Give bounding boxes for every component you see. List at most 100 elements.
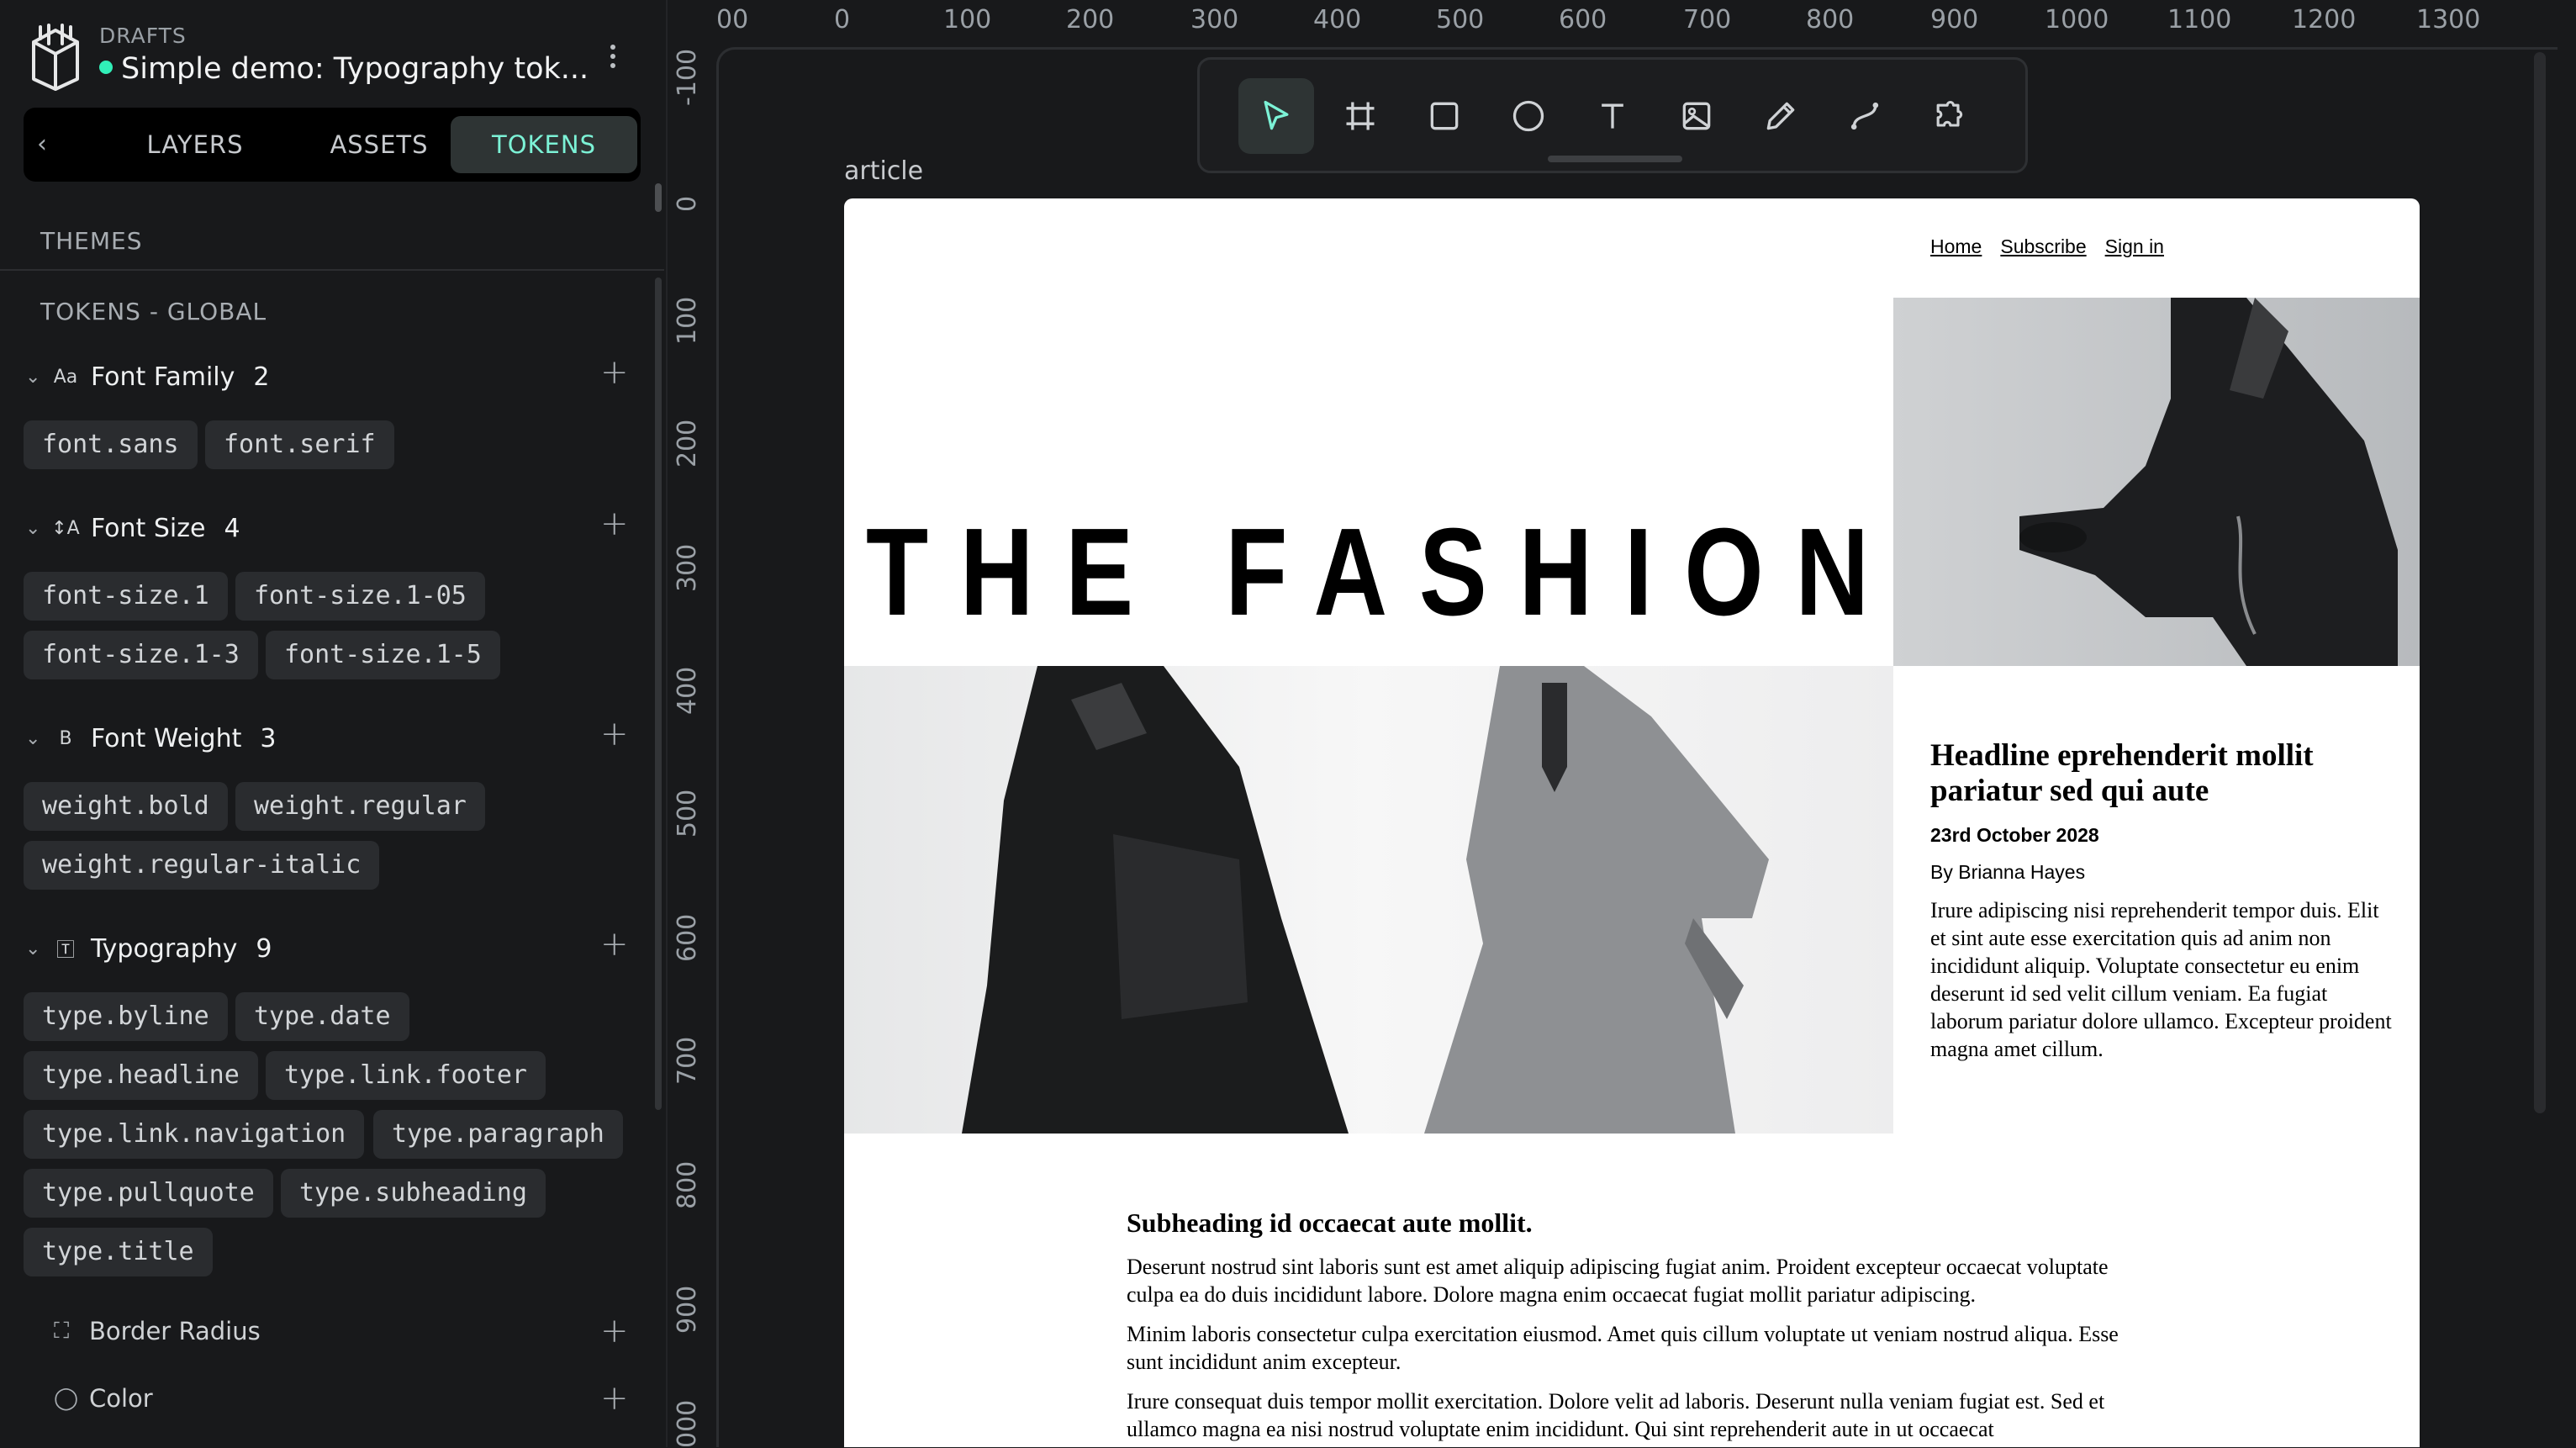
- token-pill[interactable]: type.subheading: [281, 1169, 546, 1218]
- vertical-ruler: -100 0 100 200 300 400 500 600 700 800 9…: [669, 47, 716, 1448]
- token-group-color[interactable]: ◯ Color: [54, 1384, 153, 1413]
- plugins-tool[interactable]: [1911, 78, 1987, 154]
- add-typography-icon[interactable]: +: [600, 925, 629, 964]
- puzzle-icon: [1936, 100, 1963, 127]
- ruler-tick: 1200: [2292, 5, 2357, 34]
- token-pill[interactable]: font-size.1-05: [235, 572, 485, 621]
- ruler-tick: 100: [943, 5, 992, 34]
- token-pill[interactable]: weight.regular: [235, 782, 485, 831]
- ruler-tick: 200: [1066, 5, 1115, 34]
- horizontal-ruler: 00 0 100 200 300 400 500 600 700 800 900…: [716, 0, 2576, 47]
- feature-photo-two-models[interactable]: [844, 666, 1893, 1134]
- token-group-label: Font Size: [91, 513, 206, 543]
- hero-photo-kneeling-model[interactable]: [1893, 298, 2420, 666]
- ruler-tick: 200: [673, 419, 702, 468]
- add-font-size-icon[interactable]: +: [600, 505, 629, 543]
- ruler-tick: 600: [1559, 5, 1607, 34]
- token-pill[interactable]: type.pullquote: [24, 1169, 273, 1218]
- token-pill[interactable]: weight.regular-italic: [24, 841, 380, 890]
- tab-layers[interactable]: LAYERS: [111, 116, 279, 173]
- more-options-icon[interactable]: [607, 40, 619, 72]
- token-group-font-family[interactable]: ⌄ Aa Font Family 2: [25, 358, 269, 395]
- article-headline[interactable]: Headline eprehenderit mollit pariatur se…: [1930, 738, 2384, 809]
- chevron-down-icon: ⌄: [25, 727, 41, 749]
- ruler-tick: 100: [673, 296, 702, 345]
- ruler-tick: 00: [716, 5, 749, 34]
- token-pill[interactable]: type.byline: [24, 992, 228, 1041]
- token-group-label: Color: [89, 1384, 153, 1413]
- image-tool[interactable]: [1659, 78, 1734, 154]
- token-group-border-radius[interactable]: ⛶ Border Radius: [54, 1317, 261, 1345]
- workspace-label: DRAFTS: [99, 24, 187, 48]
- ruler-tick: 1100: [2167, 5, 2232, 34]
- tokens-scrollbar[interactable]: [655, 277, 662, 1110]
- add-color-icon[interactable]: +: [600, 1379, 629, 1418]
- path-tool[interactable]: [1827, 78, 1903, 154]
- sidebar-scrollbar-top[interactable]: [655, 183, 662, 212]
- token-pill[interactable]: weight.bold: [24, 782, 228, 831]
- article-subheading[interactable]: Subheading id occaecat aute mollit.: [1127, 1208, 1533, 1239]
- token-pill[interactable]: type.link.footer: [266, 1051, 546, 1100]
- ruler-tick: 600: [673, 913, 702, 962]
- article-date[interactable]: 23rd October 2028: [1930, 824, 2099, 847]
- article-byline[interactable]: By Brianna Hayes: [1930, 861, 2085, 884]
- token-group-font-size[interactable]: ⌄ ↕A Font Size 4: [25, 510, 240, 547]
- article-nav: Home Subscribe Sign in: [1930, 235, 2164, 258]
- tab-assets[interactable]: ASSETS: [291, 116, 467, 173]
- rectangle-icon: [1430, 102, 1459, 130]
- token-pill[interactable]: font-size.1: [24, 572, 228, 621]
- project-title[interactable]: Simple demo: Typography tok...: [99, 52, 589, 86]
- body-paragraph[interactable]: Deserunt nostrud sint laboris sunt est a…: [1127, 1253, 2144, 1308]
- body-paragraph[interactable]: Minim laboris consectetur culpa exercita…: [1127, 1320, 2144, 1376]
- themes-section-title[interactable]: THEMES: [40, 227, 142, 255]
- pencil-tool[interactable]: [1743, 78, 1819, 154]
- app-logo-icon[interactable]: [29, 24, 82, 91]
- article-title[interactable]: THE FASHION: [866, 501, 1901, 644]
- collapse-sidebar-icon[interactable]: ‹: [37, 129, 47, 159]
- text-tool[interactable]: [1575, 78, 1650, 154]
- token-pill[interactable]: type.title: [24, 1228, 213, 1276]
- token-count: 4: [224, 513, 240, 543]
- ruler-tick: 700: [673, 1036, 702, 1085]
- text-icon: [1602, 103, 1623, 129]
- ellipse-icon: [1512, 100, 1544, 132]
- token-pill[interactable]: type.headline: [24, 1051, 258, 1100]
- token-pill[interactable]: type.date: [235, 992, 409, 1041]
- token-pill[interactable]: font.sans: [24, 420, 198, 469]
- add-border-radius-icon[interactable]: +: [600, 1312, 629, 1350]
- tab-tokens[interactable]: TOKENS: [451, 116, 637, 173]
- nav-link-home[interactable]: Home: [1930, 235, 1982, 258]
- sidebar: DRAFTS Simple demo: Typography tok... ‹ …: [0, 0, 668, 1447]
- rectangle-tool[interactable]: [1407, 78, 1482, 154]
- token-pill[interactable]: font-size.1-3: [24, 631, 258, 679]
- add-font-family-icon[interactable]: +: [600, 353, 629, 392]
- board-tool[interactable]: [1322, 78, 1398, 154]
- token-group-label: Font Family: [91, 362, 235, 392]
- path-icon: [1850, 102, 1879, 130]
- side-paragraph[interactable]: Irure adipiscing nisi reprehenderit temp…: [1930, 896, 2393, 1063]
- token-pill[interactable]: type.link.navigation: [24, 1110, 365, 1159]
- token-group-typography[interactable]: ⌄ 🅃 Typography 9: [25, 930, 272, 967]
- token-group-label: Border Radius: [89, 1317, 261, 1345]
- token-group-label: Typography: [91, 933, 238, 964]
- add-font-weight-icon[interactable]: +: [600, 715, 629, 753]
- canvas-scrollbar[interactable]: [2534, 52, 2546, 1113]
- font-family-icon: Aa: [53, 366, 78, 388]
- token-group-font-weight[interactable]: ⌄ B Font Weight 3: [25, 720, 276, 757]
- toolbar-grip[interactable]: [1548, 156, 1682, 162]
- ellipse-tool[interactable]: [1491, 78, 1566, 154]
- toolbar: [1197, 57, 2028, 173]
- article-board[interactable]: Home Subscribe Sign in THE FASHION Headl…: [844, 198, 2420, 1447]
- font-size-icon: ↕A: [51, 517, 80, 539]
- board-label[interactable]: article: [844, 156, 923, 186]
- sidebar-tabs: ‹ LAYERS ASSETS TOKENS: [24, 108, 641, 182]
- token-pill[interactable]: font.serif: [205, 420, 394, 469]
- pointer-tool[interactable]: [1238, 78, 1314, 154]
- body-paragraph[interactable]: Irure consequat duis tempor mollit exerc…: [1127, 1387, 2144, 1443]
- nav-link-sign-in[interactable]: Sign in: [2105, 235, 2164, 258]
- token-pill[interactable]: font-size.1-5: [266, 631, 500, 679]
- image-icon: [1682, 102, 1711, 130]
- ruler-tick: 300: [1190, 5, 1239, 34]
- nav-link-subscribe[interactable]: Subscribe: [2000, 235, 2086, 258]
- token-pill[interactable]: type.paragraph: [373, 1110, 623, 1159]
